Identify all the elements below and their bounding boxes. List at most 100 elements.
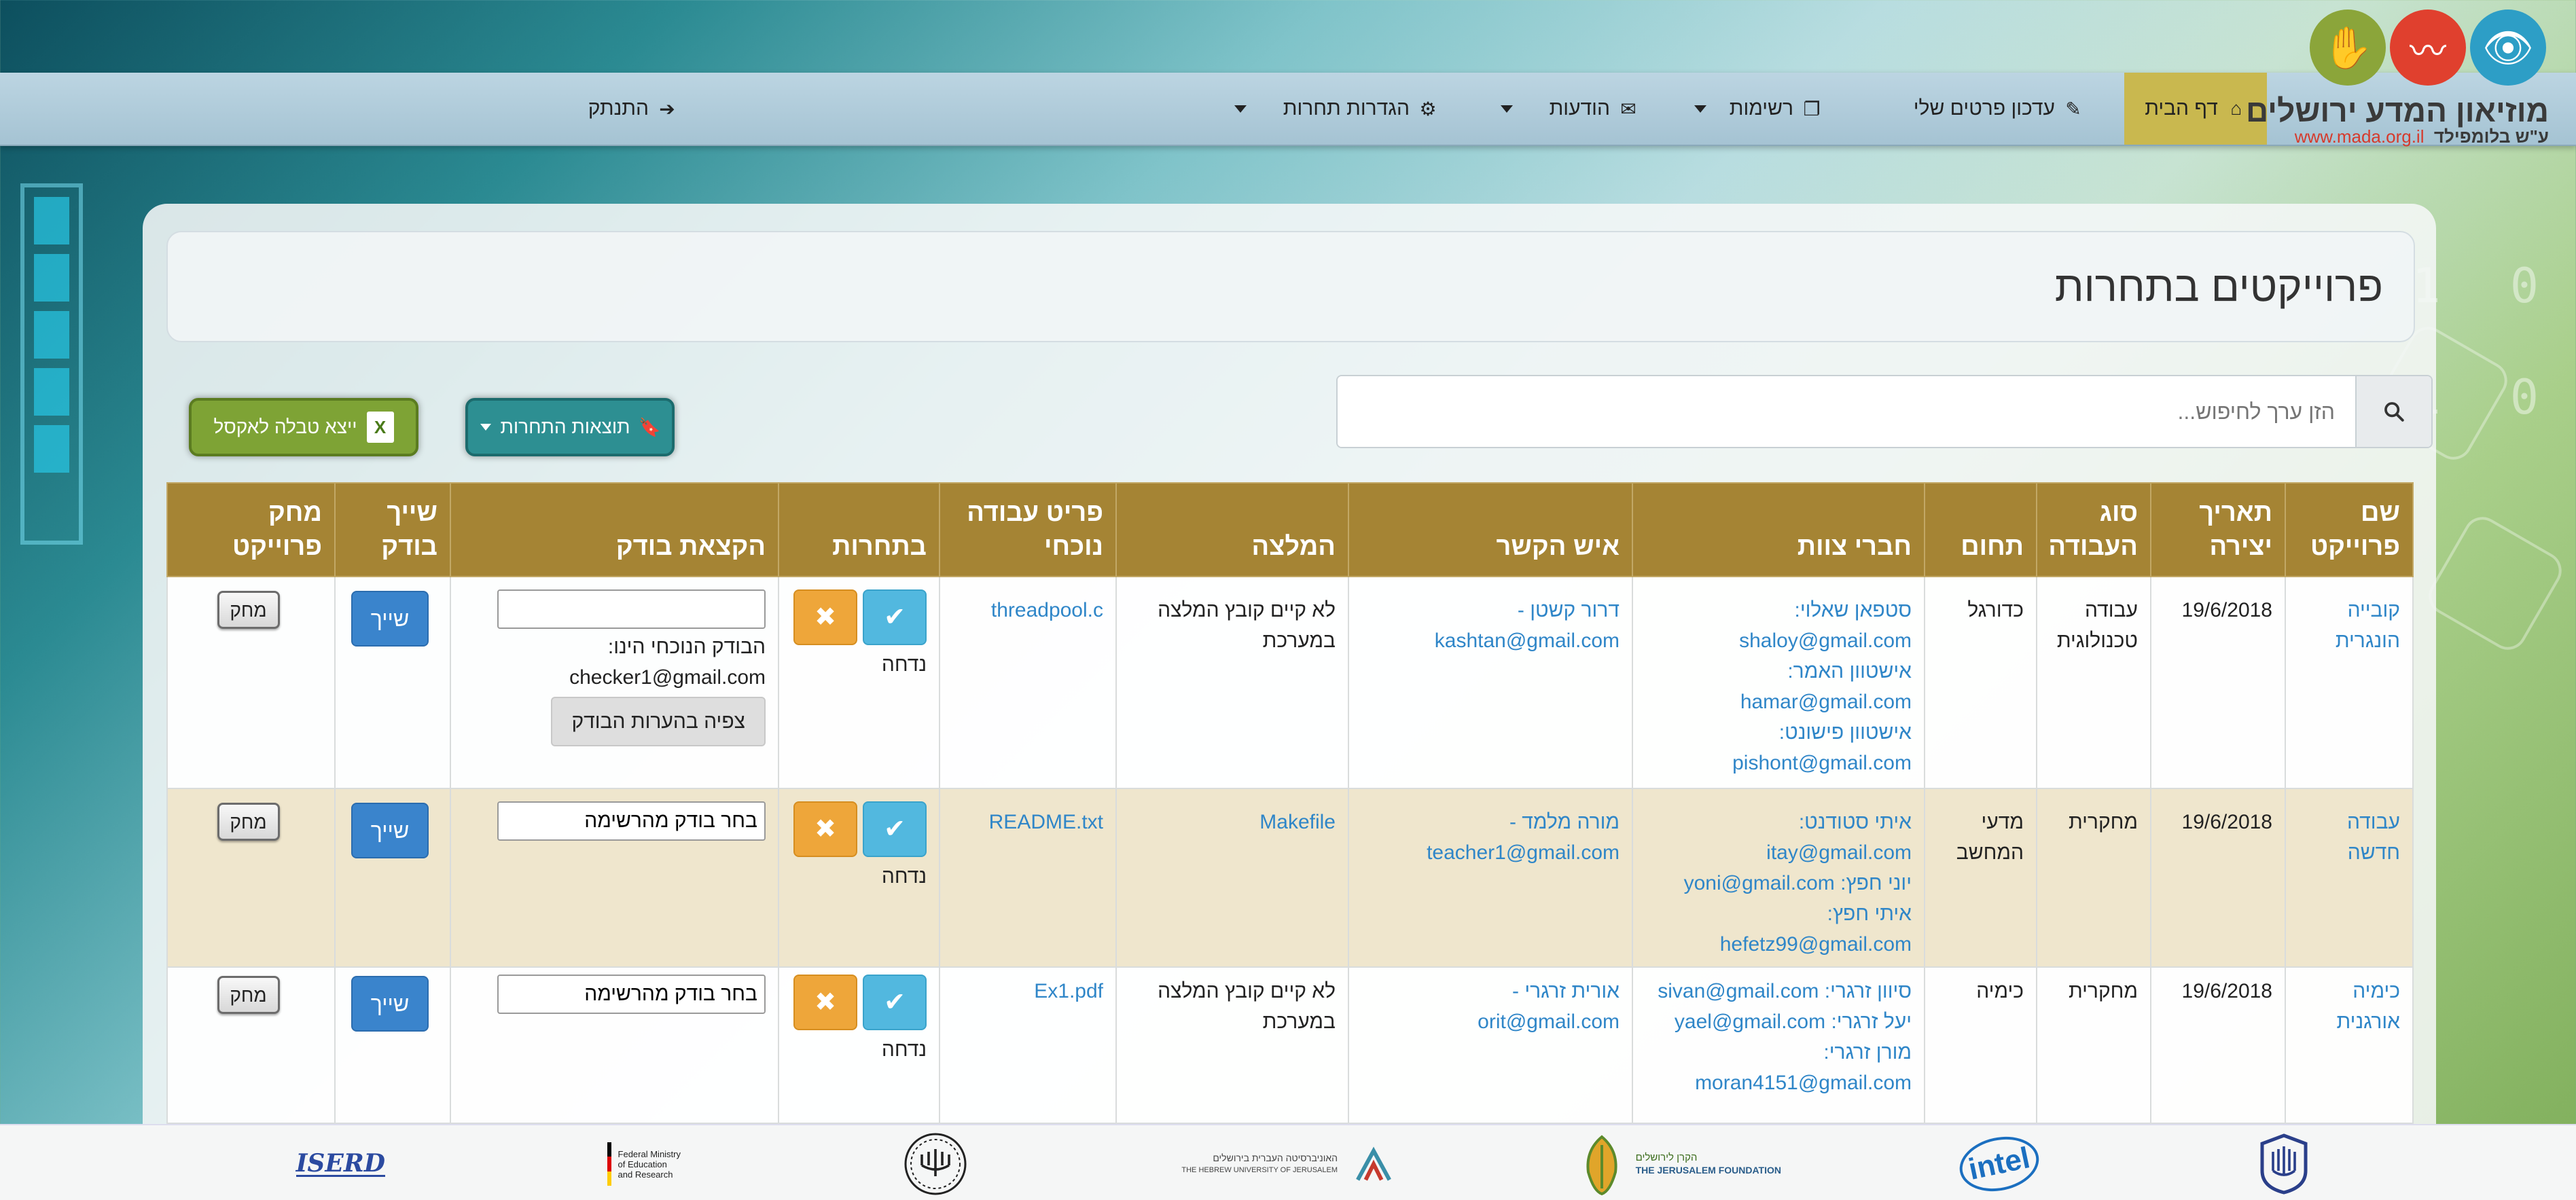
contact-line[interactable]: kashtan@gmail.com <box>1356 625 1620 656</box>
current-work-item-link[interactable]: README.txt <box>989 811 1103 833</box>
results-label: תוצאות התחרות <box>500 416 630 437</box>
contact-line[interactable]: אורית זרגרי - <box>1356 976 1620 1006</box>
col-header-delete[interactable]: מחק פרוייקט <box>166 482 336 577</box>
excel-label: ייצא טבלה לאקסל <box>213 416 357 437</box>
pulse-icon: 〰 <box>2390 10 2466 86</box>
team-member-line[interactable]: יעל זרגרי: yael@gmail.com <box>1640 1006 1912 1037</box>
current-work-item-link[interactable]: threadpool.c <box>991 599 1103 621</box>
col-header-members[interactable]: חברי צוות <box>1632 482 1925 577</box>
col-header-date[interactable]: תאריך יצירה <box>2150 482 2286 577</box>
col-header-current[interactable]: פריט עבודה נוכחי <box>939 482 1117 577</box>
checker-select[interactable] <box>497 801 766 841</box>
top-navbar: ⌂ דף הבית ✎ עדכון פרטים שלי ❐ רשימות ✉ ה… <box>0 73 2576 146</box>
table-row: כימיה אורגנית 19/6/2018 מחקרית כימיה סיו… <box>166 966 2414 1124</box>
delete-cell: מחק <box>166 576 336 789</box>
jerusalem-foundation-icon <box>1586 1135 1617 1196</box>
team-member-line[interactable]: hefetz99@gmail.com <box>1640 929 1912 960</box>
contact-line[interactable]: מורה מלמד - <box>1356 807 1620 837</box>
team-member-line[interactable]: itay@gmail.com <box>1640 837 1912 868</box>
project-type: מחקרית <box>2036 966 2151 1124</box>
team-member-line[interactable]: shaloy@gmail.com <box>1640 625 1912 656</box>
assign-checker-button[interactable]: שייך <box>351 803 429 858</box>
team-member-line[interactable]: pishont@gmail.com <box>1640 748 1912 778</box>
nav-competition-settings[interactable]: ⚙ הגדרות תחרות <box>1234 73 1438 145</box>
search-button[interactable] <box>2355 376 2431 447</box>
recommendation-link[interactable]: Makefile <box>1259 811 1336 833</box>
project-name-link[interactable]: כימיה אורגנית <box>2337 980 2400 1033</box>
col-header-checker[interactable]: הקצאת בודק <box>450 482 779 577</box>
museum-logo[interactable]: 👁 〰 ✋ מוזיאון המדע ירושלים ע"ש בלומפילד … <box>2246 7 2549 147</box>
team-member-line[interactable]: סיוון זרגרי: sivan@gmail.com <box>1640 976 1912 1006</box>
reject-button[interactable]: ✖ <box>793 801 857 857</box>
nav-messages[interactable]: ✉ הודעות <box>1500 73 1639 145</box>
background-hexagon <box>2422 510 2569 657</box>
search-input[interactable] <box>1338 376 2355 447</box>
reject-button[interactable]: ✖ <box>793 975 857 1030</box>
export-excel-button[interactable]: X ייצא טבלה לאקסל <box>189 398 418 456</box>
checker-select[interactable] <box>497 589 766 629</box>
delete-project-button[interactable]: מחק <box>217 591 280 629</box>
check-icon: ✔ <box>884 987 906 1017</box>
col-header-name[interactable]: שם פרוייקט <box>2285 482 2414 577</box>
chevron-down-icon <box>1234 105 1247 113</box>
team-member-line[interactable]: אישטוון האמר: <box>1640 656 1912 687</box>
approve-button[interactable]: ✔ <box>863 975 927 1030</box>
eye-icon: 👁 <box>2470 10 2546 86</box>
current-work-item-link[interactable]: Ex1.pdf <box>1034 980 1103 1002</box>
team-member-line[interactable]: moran4151@gmail.com <box>1640 1068 1912 1098</box>
team-member-line[interactable]: יוני חפץ: yoni@gmail.com <box>1640 868 1912 898</box>
copy-icon: ❐ <box>1803 98 1821 120</box>
col-header-field[interactable]: תחום <box>1924 482 2037 577</box>
team-member-line[interactable]: איתי סטודנט: <box>1640 807 1912 837</box>
nav-lists[interactable]: ❐ רשימות <box>1694 73 1822 145</box>
nav-logout-label: התנתק <box>588 97 649 120</box>
israel-emblem-logo <box>2257 1133 2311 1195</box>
iserd-logo: ISERD <box>296 1148 385 1178</box>
contact-person: מורה מלמד - teacher1@gmail.com <box>1348 788 1633 968</box>
view-checker-comments-button[interactable]: צפיה בהערות הבודק <box>551 697 766 746</box>
team-member-line[interactable]: אישטוון פישונט: <box>1640 717 1912 748</box>
nav-settings-label: הגדרות תחרות <box>1283 97 1410 120</box>
nav-update-details[interactable]: ✎ עדכון פרטים שלי <box>1914 73 2083 145</box>
nav-logout[interactable]: ➔ התנתק <box>588 73 677 145</box>
menorah-icon <box>904 1133 967 1195</box>
delete-project-button[interactable]: מחק <box>217 976 280 1014</box>
col-header-recommendation[interactable]: המלצה <box>1115 482 1349 577</box>
col-header-type[interactable]: סוג העבודה <box>2036 482 2151 577</box>
team-member-line[interactable]: מורן זרגרי: <box>1640 1037 1912 1068</box>
project-date: 19/6/2018 <box>2150 788 2286 968</box>
team-member-line[interactable]: סטפאן שאלוי: <box>1640 595 1912 625</box>
assign-cell: שייך <box>334 966 451 1124</box>
col-header-assign[interactable]: שייך בודק <box>334 482 451 577</box>
recommendation: לא קיים קובץ המלצה במערכת <box>1115 966 1349 1124</box>
competition-cell: ✔ ✖ נדחה <box>778 576 940 789</box>
bmbf-logo: Federal Ministry of Education and Research <box>607 1133 681 1195</box>
project-name-link[interactable]: עבודה חדשה <box>2347 811 2400 864</box>
assign-checker-button[interactable]: שייך <box>351 591 429 647</box>
contact-person: אורית זרגרי - orit@gmail.com <box>1348 966 1633 1124</box>
checker-select[interactable] <box>497 975 766 1014</box>
reject-button[interactable]: ✖ <box>793 589 857 645</box>
project-field: כדורגל <box>1924 576 2037 789</box>
logo-subtitle: ע"ש בלומפילד www.mada.org.il <box>2294 126 2549 147</box>
col-header-competition[interactable]: בתחרות <box>778 482 940 577</box>
assign-checker-button[interactable]: שייך <box>351 976 429 1032</box>
menorah-circle-logo <box>901 1133 969 1195</box>
contact-line[interactable]: דרור קשטן - <box>1356 595 1620 625</box>
team-member-line[interactable]: איתי חפץ: <box>1640 898 1912 929</box>
chevron-down-icon <box>1500 105 1513 113</box>
approve-button[interactable]: ✔ <box>863 801 927 857</box>
project-name-link[interactable]: קובייה הונגרית <box>2336 599 2400 652</box>
logo-title: מוזיאון המדע ירושלים <box>2245 93 2549 128</box>
checker-cell: הבודק הנוכחי הינו: checker1@gmail.com צפ… <box>450 576 779 789</box>
col-header-contact[interactable]: איש הקשר <box>1348 482 1633 577</box>
approve-button[interactable]: ✔ <box>863 589 927 645</box>
delete-project-button[interactable]: מחק <box>217 803 280 841</box>
team-members: איתי סטודנט: itay@gmail.com יוני חפץ: yo… <box>1632 788 1925 968</box>
contact-line[interactable]: teacher1@gmail.com <box>1356 837 1620 868</box>
table-row: עבודה חדשה 19/6/2018 מחקרית מדעי המחשב א… <box>166 788 2414 968</box>
search-icon <box>2384 402 2404 422</box>
contact-line[interactable]: orit@gmail.com <box>1356 1006 1620 1037</box>
competition-results-button[interactable]: 🔖 תוצאות התחרות <box>465 398 675 456</box>
team-member-line[interactable]: hamar@gmail.com <box>1640 687 1912 717</box>
